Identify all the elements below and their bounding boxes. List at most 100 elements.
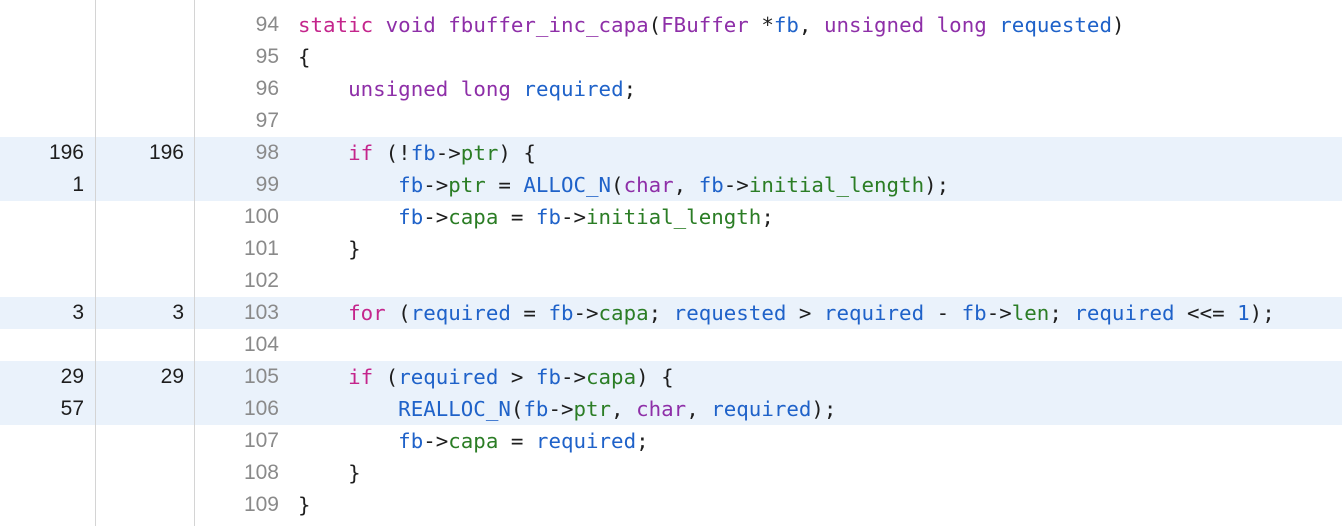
code-token: }: [298, 461, 361, 485]
code-token-type: FBuffer: [661, 13, 749, 37]
code-token-type: char: [623, 173, 674, 197]
execution-count: [0, 9, 84, 41]
code-text: for (required = fb->capa; requested > re…: [298, 297, 1275, 329]
column-divider: [194, 0, 195, 526]
line-number: 109: [243, 493, 279, 516]
line-number: 103: [243, 301, 279, 324]
code-token-identifier: fb: [961, 301, 987, 325]
code-token: );: [811, 397, 837, 421]
code-text: {: [298, 41, 311, 73]
code-line: 95 {: [0, 41, 1342, 73]
code-token-keyword: for: [348, 301, 386, 325]
code-token-member: ptr: [448, 173, 486, 197]
code-token-keyword: if: [348, 365, 374, 389]
code-token: -: [924, 301, 962, 325]
code-line: 57 106 REALLOC_N(fb->ptr, char, required)…: [0, 393, 1342, 425]
code-token: ->: [573, 301, 599, 325]
code-line: 97: [0, 105, 1342, 137]
line-number: 98: [255, 141, 279, 164]
code-text: }: [298, 233, 361, 265]
code-token: ;: [623, 77, 637, 101]
code-token-identifier: REALLOC_N: [398, 397, 511, 421]
line-number: 94: [255, 13, 279, 36]
code-token-member: ptr: [460, 141, 499, 165]
line-number: 97: [255, 109, 279, 132]
execution-count: 57: [60, 397, 84, 420]
code-token-keyword: if: [348, 141, 374, 165]
code-token-type: long: [936, 13, 987, 37]
code-token-member: initial_length: [586, 205, 762, 229]
code-token-member: capa: [448, 429, 499, 453]
code-token: }: [298, 493, 311, 517]
code-token-identifier: required: [523, 77, 624, 101]
code-token: (: [648, 13, 662, 37]
execution-count: [0, 329, 84, 361]
code-line: 3 3 103 for (required = fb->capa; requeste…: [0, 297, 1342, 329]
code-token-identifier: required: [1074, 301, 1175, 325]
line-number: 108: [243, 461, 279, 484]
code-token: ->: [423, 205, 449, 229]
code-token: ->: [986, 301, 1012, 325]
line-number: 99: [255, 173, 279, 196]
code-token: (: [611, 173, 624, 197]
code-token: =: [485, 173, 524, 197]
branch-count: [96, 201, 184, 233]
code-token-member: len: [1011, 301, 1050, 325]
code-line: 1 99 fb->ptr = ALLOC_N(char, fb->initial_…: [0, 169, 1342, 201]
line-number: 101: [243, 237, 279, 260]
code-token-type: unsigned: [348, 77, 449, 101]
line-number: 102: [243, 269, 279, 292]
code-token-identifier: fb: [410, 141, 436, 165]
code-token: ;: [1049, 301, 1075, 325]
code-token: ,: [686, 397, 712, 421]
line-number: 106: [243, 397, 279, 420]
code-token-member: capa: [586, 365, 637, 389]
code-token-identifier: fb: [535, 365, 561, 389]
code-token: ,: [673, 173, 699, 197]
code-token: ->: [723, 173, 749, 197]
code-token-identifier: fb: [523, 397, 549, 421]
code-token-identifier: fb: [773, 13, 799, 37]
code-token: ) {: [498, 141, 536, 165]
code-token: (: [385, 301, 411, 325]
code-line: 29 29 105 if (required > fb->capa) {: [0, 361, 1342, 393]
branch-count: 196: [148, 141, 184, 164]
code-line: 109}: [0, 489, 1342, 521]
code-text: REALLOC_N(fb->ptr, char, required);: [298, 393, 836, 425]
execution-count: 3: [72, 301, 84, 324]
branch-count: [96, 265, 184, 297]
code-token-identifier: required: [410, 301, 511, 325]
code-token: ;: [636, 429, 649, 453]
code-token-identifier: fb: [535, 205, 561, 229]
line-number: 105: [243, 365, 279, 388]
code-text: static void fbuffer_inc_capa(FBuffer *fb…: [298, 9, 1125, 41]
code-token: (: [510, 397, 524, 421]
code-text: if (required > fb->capa) {: [298, 361, 674, 393]
code-token-identifier: fb: [548, 301, 574, 325]
code-text: if (!fb->ptr) {: [298, 137, 536, 169]
execution-count: [0, 457, 84, 489]
code-token: {: [298, 45, 311, 69]
code-token: ;: [648, 301, 674, 325]
code-token: }: [298, 237, 361, 261]
execution-count: [0, 73, 84, 105]
code-token: ) {: [636, 365, 674, 389]
code-token-member: capa: [448, 205, 499, 229]
code-token: =: [510, 301, 549, 325]
execution-count: 1: [72, 173, 84, 196]
code-line: 101 }: [0, 233, 1342, 265]
line-number: 95: [255, 45, 279, 68]
code-token: ->: [560, 365, 587, 389]
code-token: (!: [373, 141, 411, 165]
code-token-identifier: 1: [1237, 301, 1250, 325]
code-token-identifier: requested: [673, 301, 787, 325]
code-text: unsigned long required;: [298, 73, 636, 105]
code-token: ->: [548, 397, 574, 421]
code-token: >: [498, 365, 536, 389]
code-token-identifier: requested: [999, 13, 1112, 37]
